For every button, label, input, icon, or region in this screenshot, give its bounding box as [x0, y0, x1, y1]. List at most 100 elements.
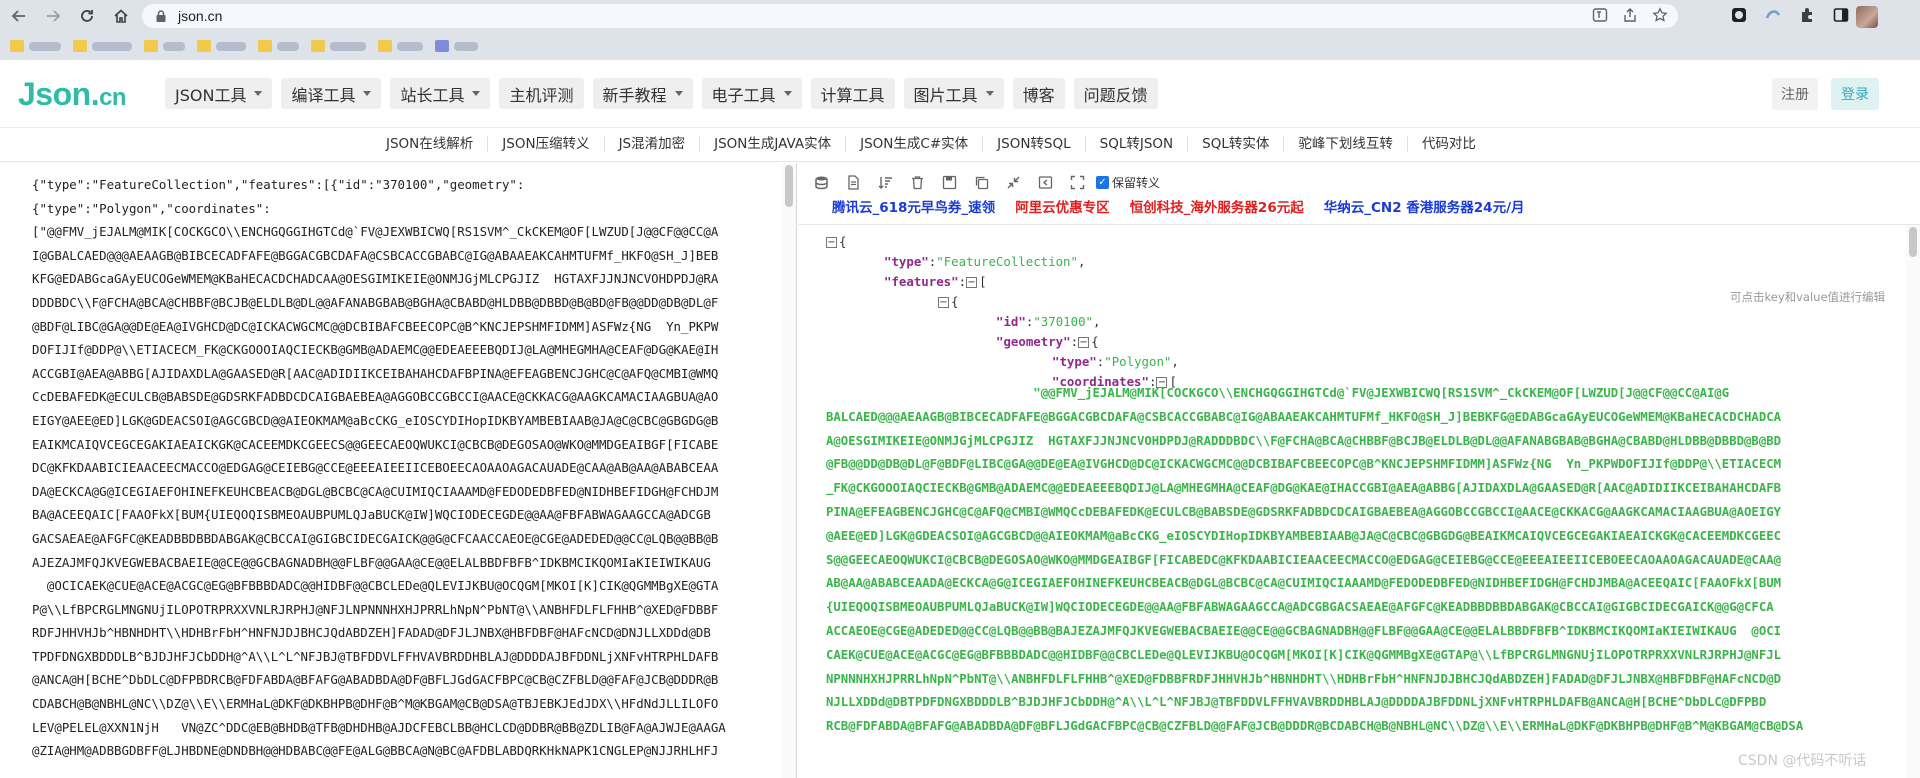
back-button[interactable]	[4, 1, 34, 31]
editor-scrollbar[interactable]	[782, 163, 796, 778]
sidebar-icon[interactable]	[1832, 6, 1850, 24]
json-input-editor[interactable]: {"type":"FeatureCollection","features":[…	[0, 163, 797, 778]
caret-down-icon	[472, 91, 481, 96]
caret-down-icon	[985, 91, 994, 96]
nav-feedback[interactable]: 问题反馈	[1073, 78, 1158, 109]
nav-electronic-tools[interactable]: 电子工具	[701, 78, 802, 109]
login-button[interactable]: 登录	[1831, 78, 1879, 110]
save-icon	[942, 175, 956, 189]
subnav-json-to-java[interactable]: JSON生成JAVA实体	[700, 136, 847, 152]
json-key[interactable]: "features"	[884, 274, 959, 289]
site-logo[interactable]: Json.cn	[18, 76, 127, 113]
caret-down-icon	[674, 91, 683, 96]
json-input-text[interactable]: {"type":"FeatureCollection","features":[…	[32, 173, 772, 763]
editor-scrollbar-thumb[interactable]	[785, 165, 793, 207]
nav-compile-tools[interactable]: 编译工具	[281, 78, 382, 109]
nav-calc-tools[interactable]: 计算工具	[810, 78, 895, 109]
subnav-code-diff[interactable]: 代码对比	[1408, 136, 1490, 152]
json-value[interactable]: "FeatureCollection"	[936, 254, 1078, 269]
star-icon[interactable]	[1652, 7, 1668, 23]
home-button[interactable]	[106, 1, 136, 31]
tree-line-id: "id":"370100",	[996, 314, 1101, 329]
ad-link-aliyun[interactable]: 阿里云优惠专区	[1015, 196, 1110, 216]
collapse-toggle-icon[interactable]: −	[938, 297, 949, 308]
extension-a-icon[interactable]	[1730, 6, 1748, 24]
subnav-js-obfuscate[interactable]: JS混淆加密	[605, 136, 701, 152]
avatar[interactable]	[1856, 6, 1878, 28]
save-button[interactable]	[940, 173, 958, 191]
arrow-right-icon	[47, 10, 61, 22]
bookmark-item[interactable]	[197, 36, 246, 56]
json-key[interactable]: "geometry"	[996, 334, 1071, 349]
forward-button[interactable]	[38, 1, 68, 31]
address-bar[interactable]: json.cn	[142, 4, 1678, 28]
tree-line-feature-obj: −{	[938, 294, 959, 309]
nav-image-tools[interactable]: 图片工具	[903, 78, 1004, 109]
bookmark-item[interactable]	[435, 36, 478, 56]
json-output-panel: ✓ 保留转义 腾讯云_618元早鸟券_速领 阿里云优惠专区 恒创科技_海外服务器2…	[798, 163, 1920, 778]
url-text: json.cn	[178, 8, 223, 24]
extension-b-icon[interactable]	[1764, 6, 1782, 24]
coordinates-value[interactable]: "@@FMV_jEJALM@MIK[COCKGCO\\ENCHGQGGIHGTC…	[826, 382, 1888, 739]
database-button[interactable]	[812, 173, 830, 191]
copy-button[interactable]	[972, 173, 990, 191]
ad-link-huanayun[interactable]: 华纳云_CN2 香港服务器24元/月	[1324, 196, 1525, 216]
bookmark-item[interactable]	[311, 36, 366, 56]
history-button[interactable]	[1036, 173, 1054, 191]
extensions-puzzle-icon[interactable]	[1798, 6, 1816, 24]
folder-icon	[258, 40, 272, 52]
ad-link-hengchuang[interactable]: 恒创科技_海外服务器26元起	[1130, 196, 1304, 216]
nav-blog[interactable]: 博客	[1012, 78, 1065, 109]
share-icon[interactable]	[1622, 7, 1638, 23]
edit-hint: 可点击key和value值进行编辑	[1730, 290, 1886, 304]
json-value[interactable]: "370100"	[1033, 314, 1093, 329]
bookmark-page-icon	[435, 40, 449, 52]
subnav-camel-underscore[interactable]: 驼峰下划线互转	[1284, 136, 1408, 152]
database-icon	[814, 176, 828, 189]
viewer-toolbar: ✓ 保留转义	[812, 173, 1160, 191]
ad-link-tencent-cloud[interactable]: 腾讯云_618元早鸟券_速领	[832, 196, 995, 216]
nav-json-tools[interactable]: JSON工具	[165, 78, 273, 109]
sub-nav: JSON在线解析 JSON压缩转义 JS混淆加密 JSON生成JAVA实体 JS…	[0, 128, 1920, 162]
json-key[interactable]: "type"	[1052, 354, 1097, 369]
bookmark-item[interactable]	[258, 36, 299, 56]
viewer-scrollbar[interactable]	[1906, 225, 1920, 778]
bookmark-item[interactable]	[73, 36, 132, 56]
reload-button[interactable]	[72, 1, 102, 31]
collapse-button[interactable]	[1004, 173, 1022, 191]
bookmark-item[interactable]	[378, 36, 423, 56]
collapse-toggle-icon[interactable]: −	[826, 237, 837, 248]
register-button[interactable]: 注册	[1772, 78, 1818, 110]
watermark: CSDN @代码不听话	[1738, 753, 1867, 769]
nav-webmaster-tools[interactable]: 站长工具	[390, 78, 491, 109]
bookmark-item[interactable]	[10, 36, 61, 56]
compress-icon	[1007, 176, 1019, 188]
fullscreen-button[interactable]	[1068, 173, 1086, 191]
nav-host-review[interactable]: 主机评测	[499, 78, 584, 109]
keep-escape-checkbox[interactable]: ✓ 保留转义	[1096, 174, 1160, 191]
subnav-sql-to-json[interactable]: SQL转JSON	[1086, 136, 1189, 152]
translate-icon[interactable]	[1592, 7, 1608, 23]
sort-icon	[878, 176, 892, 189]
json-key[interactable]: "type"	[884, 254, 929, 269]
json-key[interactable]: "id"	[996, 314, 1026, 329]
document-icon	[847, 174, 859, 190]
sort-button[interactable]	[876, 173, 894, 191]
bookmark-item[interactable]	[144, 36, 185, 56]
collapse-toggle-icon[interactable]: −	[1078, 337, 1090, 348]
collapse-toggle-icon[interactable]: −	[966, 277, 978, 288]
subnav-json-compress[interactable]: JSON压缩转义	[488, 136, 605, 152]
delete-button[interactable]	[908, 173, 926, 191]
subnav-json-to-csharp[interactable]: JSON生成C#实体	[846, 136, 984, 152]
tree-line-geometry: "geometry":−{	[996, 334, 1099, 349]
reload-icon	[81, 10, 93, 22]
subnav-json-to-sql[interactable]: JSON转SQL	[983, 136, 1086, 152]
format-button[interactable]	[844, 173, 862, 191]
nav-tutorials[interactable]: 新手教程	[592, 78, 693, 109]
json-value[interactable]: "Polygon"	[1104, 354, 1171, 369]
folder-icon	[73, 40, 87, 52]
subnav-json-parse[interactable]: JSON在线解析	[372, 136, 489, 152]
viewer-scrollbar-thumb[interactable]	[1909, 227, 1917, 257]
tree-root: −{	[826, 234, 847, 249]
subnav-sql-to-entity[interactable]: SQL转实体	[1188, 136, 1285, 152]
